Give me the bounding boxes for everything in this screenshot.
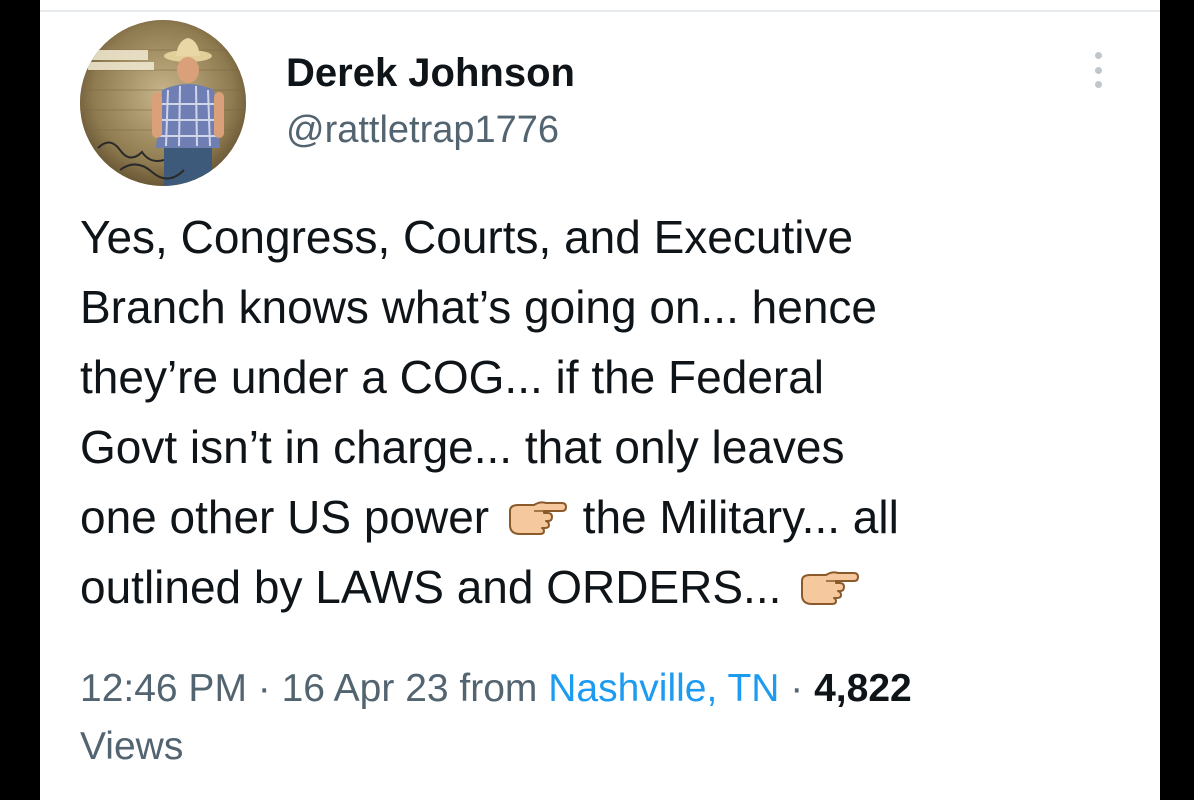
backhand-index-pointing-right-icon [504,497,568,537]
from-label: from [448,667,549,710]
avatar-image [80,20,246,186]
more-dot-icon [1094,52,1102,59]
tweet-card: Derek Johnson @rattletrap1776 Yes, Congr… [40,0,1160,800]
author-handle[interactable]: @rattletrap1776 [286,106,559,154]
tweet-text-segment: outlined by LAWS and ORDERS... [80,561,795,613]
more-dot-icon [1094,81,1102,88]
tweet-text-line: Govt isn’t in charge... that only leaves [80,421,845,473]
tweet-meta-line: 12:46 PM · 16 Apr 23 from Nashville, TN … [80,660,1140,718]
views-count[interactable]: 4,822 [814,667,912,710]
tweet-text-line: Branch knows what’s going on... hence [80,281,877,333]
top-divider [40,10,1160,12]
meta-separator: · [779,667,815,710]
more-options-button[interactable] [1082,48,1114,92]
tweet-text-line: they’re under a COG... if the Federal [80,351,825,403]
meta-separator: · [246,667,282,710]
tweet-text-line: outlined by LAWS and ORDERS... [80,552,1140,622]
avatar[interactable] [80,20,246,186]
tweet-text-segment: the Military... all [569,491,899,543]
backhand-index-pointing-right-icon [796,567,860,607]
tweet-text-line: Yes, Congress, Courts, and Executive [80,211,854,263]
views-label: Views [80,725,184,768]
location-link[interactable]: Nashville, TN [548,667,779,710]
tweet-text-segment: one other US power [80,491,502,543]
tweet-text-line: one other US power the Military... all [80,482,1140,552]
author-name[interactable]: Derek Johnson [286,48,575,98]
tweet-time[interactable]: 12:46 PM [80,667,247,710]
tweet-meta: 12:46 PM · 16 Apr 23 from Nashville, TN … [80,660,1140,776]
tweet-text: Yes, Congress, Courts, and Executive Bra… [80,202,1140,622]
more-dot-icon [1094,66,1102,74]
tweet-date[interactable]: 16 Apr 23 [282,667,449,710]
